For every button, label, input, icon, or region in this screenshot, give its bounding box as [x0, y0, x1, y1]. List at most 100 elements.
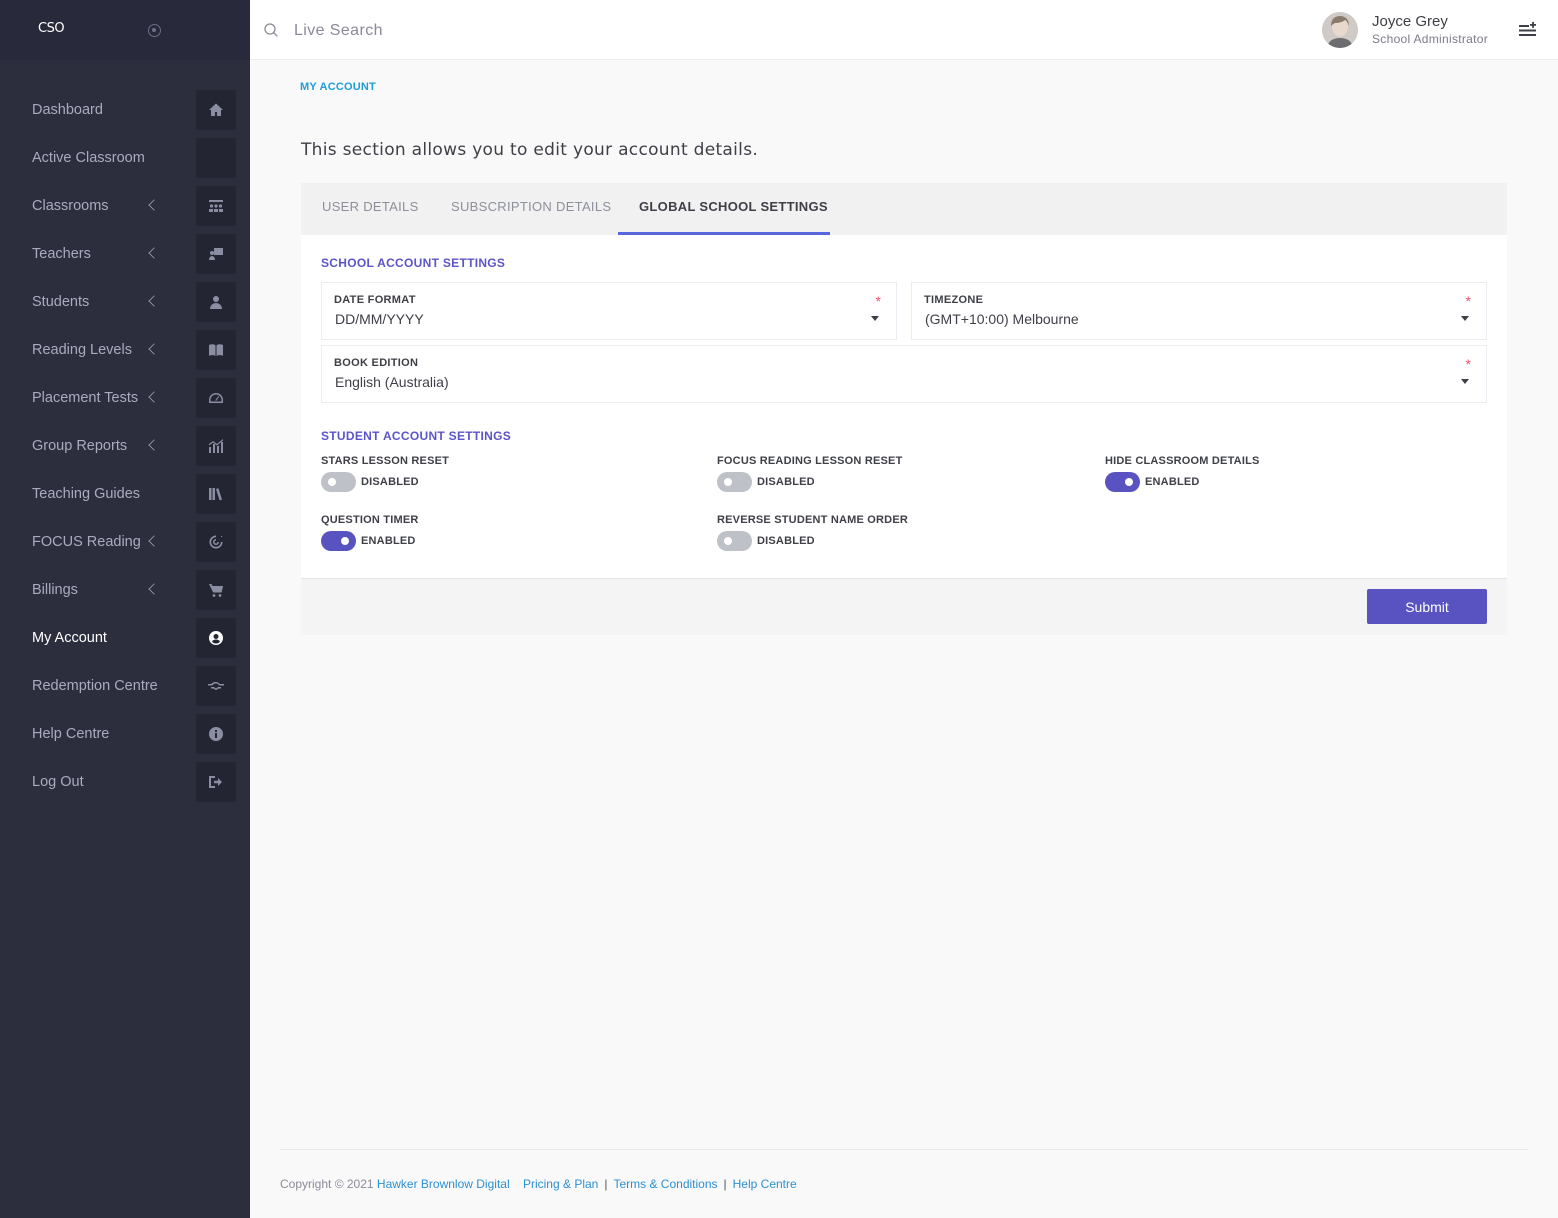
sidebar-item-log-out[interactable]: Log Out [0, 758, 250, 806]
chevron-left-icon [148, 583, 160, 595]
cart-icon [196, 570, 236, 610]
toggle-state: DISABLED [757, 476, 815, 488]
sidebar-item-label: Log Out [32, 774, 84, 790]
question-timer-setting: QUESTION TIMER ENABLED [321, 514, 419, 551]
focus-reading-lesson-reset-toggle[interactable] [717, 472, 752, 492]
tab-user-details[interactable]: USER DETAILS [322, 183, 419, 235]
required-marker: * [1465, 293, 1471, 309]
sidebar-item-label: Active Classroom [32, 150, 145, 166]
chevron-left-icon [148, 199, 160, 211]
toggle-state: ENABLED [361, 535, 416, 547]
chevron-left-icon [148, 295, 160, 307]
sidebar-item-my-account[interactable]: My Account [0, 614, 250, 662]
required-marker: * [1465, 356, 1471, 372]
book-icon [196, 330, 236, 370]
add-list-icon[interactable] [1518, 20, 1538, 40]
caret-down-icon [1461, 316, 1469, 321]
chevron-left-icon [148, 343, 160, 355]
timezone-select[interactable]: TIMEZONE (GMT+10:00) Melbourne * [911, 282, 1487, 340]
teacher-icon [196, 234, 236, 274]
sidebar-item-label: FOCUS Reading [32, 534, 141, 550]
sidebar-item-focus-reading[interactable]: FOCUS Reading [0, 518, 250, 566]
brand-bar: CSO [0, 0, 250, 60]
breadcrumb[interactable]: MY ACCOUNT [300, 81, 376, 93]
sidebar-item-label: Dashboard [32, 102, 103, 118]
pricing-link[interactable]: Pricing & Plan [523, 1177, 598, 1191]
sidebar-item-classrooms[interactable]: Classrooms [0, 182, 250, 230]
help-centre-link[interactable]: Help Centre [733, 1177, 797, 1191]
logout-icon [196, 762, 236, 802]
toggle-label: HIDE CLASSROOM DETAILS [1105, 455, 1260, 467]
user-name[interactable]: Joyce Grey [1372, 13, 1448, 30]
user-circle-icon [196, 618, 236, 658]
footer-divider [280, 1149, 1528, 1150]
sidebar-item-reading-levels[interactable]: Reading Levels [0, 326, 250, 374]
target-icon [196, 522, 236, 562]
sidebar-item-label: Placement Tests [32, 390, 139, 406]
handshake-icon [196, 666, 236, 706]
timezone-label: TIMEZONE [924, 294, 984, 306]
sidebar-item-dashboard[interactable]: Dashboard [0, 86, 250, 134]
sidebar-item-group-reports[interactable]: Group Reports [0, 422, 250, 470]
timezone-value: (GMT+10:00) Melbourne [925, 311, 1079, 327]
chevron-left-icon [148, 535, 160, 547]
footer-separator: | [604, 1177, 608, 1191]
reverse-student-name-order-setting: REVERSE STUDENT NAME ORDER DISABLED [717, 514, 908, 551]
sidebar-item-label: Teachers [32, 246, 91, 262]
copyright-text: Copyright © 2021 [280, 1177, 374, 1191]
card-footer: Submit [301, 578, 1507, 635]
book-edition-select[interactable]: BOOK EDITION English (Australia) * [321, 345, 1487, 403]
terms-link[interactable]: Terms & Conditions [613, 1177, 717, 1191]
submit-button[interactable]: Submit [1367, 589, 1487, 624]
company-link[interactable]: Hawker Brownlow Digital [377, 1177, 510, 1191]
search-icon[interactable] [264, 23, 278, 37]
required-marker: * [875, 293, 881, 309]
sidebar-menu: Dashboard Active Classroom Classrooms Te… [0, 86, 250, 806]
book-edition-value: English (Australia) [335, 374, 449, 390]
gauge-icon [196, 378, 236, 418]
sidebar-toggle-icon[interactable] [148, 24, 161, 37]
hide-classroom-details-toggle[interactable] [1105, 472, 1140, 492]
sidebar-item-label: Classrooms [32, 198, 109, 214]
classroom-icon [196, 186, 236, 226]
sidebar-item-teaching-guides[interactable]: Teaching Guides [0, 470, 250, 518]
blank-icon [196, 138, 236, 178]
chevron-left-icon [148, 247, 160, 259]
sidebar-item-teachers[interactable]: Teachers [0, 230, 250, 278]
stars-lesson-reset-toggle[interactable] [321, 472, 356, 492]
sidebar-item-active-classroom[interactable]: Active Classroom [0, 134, 250, 182]
sidebar-item-redemption-centre[interactable]: Redemption Centre [0, 662, 250, 710]
student-settings-title: STUDENT ACCOUNT SETTINGS [321, 429, 512, 443]
brand-logo[interactable]: CSO [38, 21, 65, 36]
info-icon [196, 714, 236, 754]
tab-subscription-details[interactable]: SUBSCRIPTION DETAILS [451, 183, 611, 235]
sidebar: CSO Dashboard Active Classroom Classroom… [0, 0, 250, 1218]
page-footer: Copyright © 2021 Hawker Brownlow Digital… [280, 1177, 797, 1191]
account-settings-card: USER DETAILS SUBSCRIPTION DETAILS GLOBAL… [301, 183, 1507, 635]
sidebar-item-label: My Account [32, 630, 107, 646]
page-intro: This section allows you to edit your acc… [301, 140, 759, 160]
tab-global-school-settings[interactable]: GLOBAL SCHOOL SETTINGS [618, 183, 830, 235]
sidebar-item-label: Redemption Centre [32, 678, 158, 694]
question-timer-toggle[interactable] [321, 531, 356, 551]
sidebar-item-students[interactable]: Students [0, 278, 250, 326]
reverse-student-name-order-toggle[interactable] [717, 531, 752, 551]
tab-bar: USER DETAILS SUBSCRIPTION DETAILS GLOBAL… [301, 183, 1507, 235]
sidebar-item-label: Help Centre [32, 726, 110, 742]
sidebar-item-label: Reading Levels [32, 342, 132, 358]
search-input[interactable] [294, 18, 694, 44]
toggle-state: DISABLED [361, 476, 419, 488]
books-icon [196, 474, 236, 514]
sidebar-item-placement-tests[interactable]: Placement Tests [0, 374, 250, 422]
top-header: Joyce Grey School Administrator [250, 0, 1558, 60]
sidebar-item-billings[interactable]: Billings [0, 566, 250, 614]
book-edition-label: BOOK EDITION [334, 357, 419, 369]
school-settings-title: SCHOOL ACCOUNT SETTINGS [321, 256, 506, 270]
sidebar-item-help-centre[interactable]: Help Centre [0, 710, 250, 758]
avatar[interactable] [1322, 12, 1358, 48]
sidebar-item-label: Teaching Guides [32, 486, 141, 502]
date-format-select[interactable]: DATE FORMAT DD/MM/YYYY * [321, 282, 897, 340]
footer-separator: | [723, 1177, 727, 1191]
chart-icon [196, 426, 236, 466]
home-icon [196, 90, 236, 130]
